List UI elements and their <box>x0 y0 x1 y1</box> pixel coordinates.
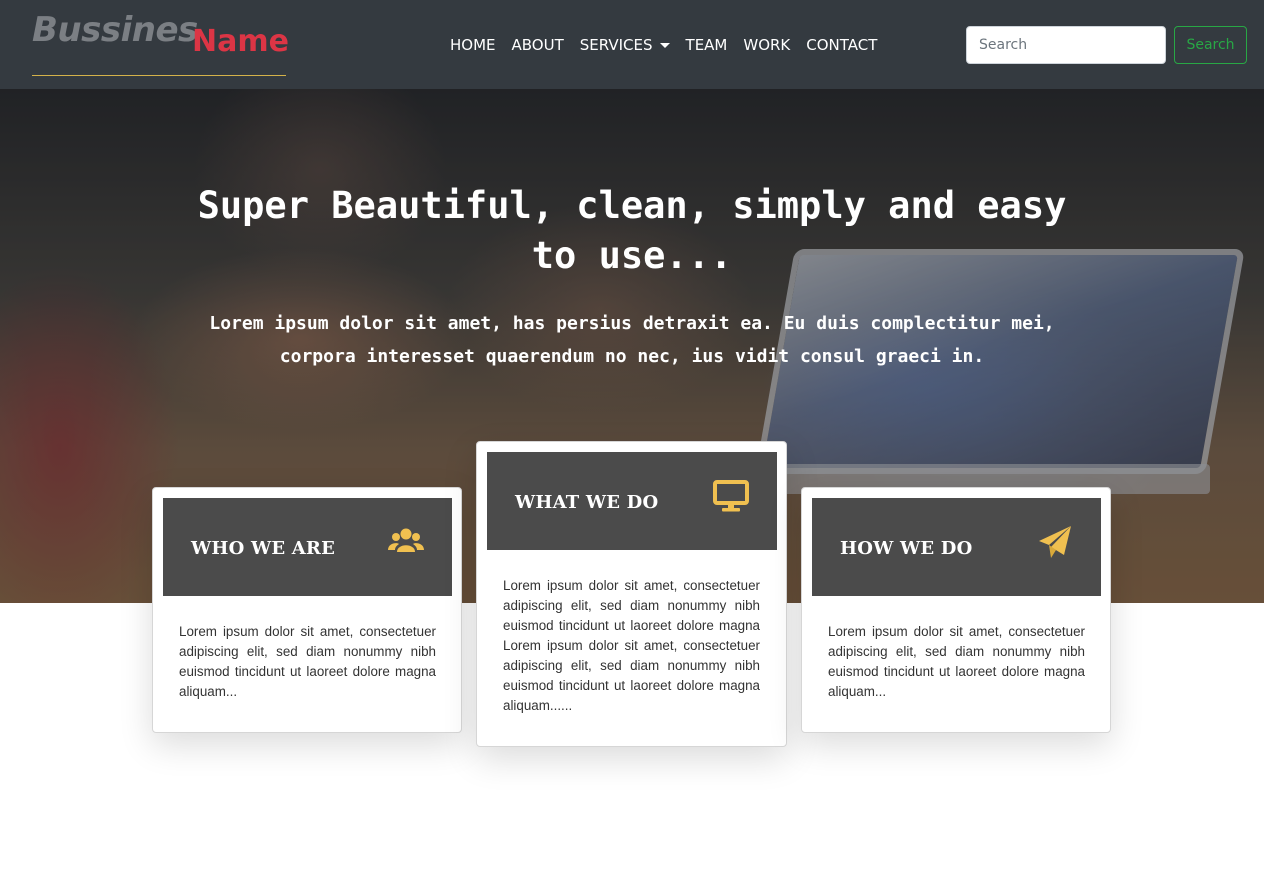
desktop-icon <box>713 480 749 512</box>
chevron-down-icon <box>659 42 670 48</box>
nav-item-home[interactable]: HOME <box>442 36 504 54</box>
search-input[interactable] <box>966 26 1166 64</box>
users-icon <box>388 528 424 552</box>
card-header: HOW WE DO <box>812 498 1101 596</box>
brand-logo[interactable]: Bussines Name <box>32 10 289 76</box>
navbar: Bussines Name HOME ABOUT SERVICES TEAM W… <box>0 0 1264 89</box>
card-header: WHO WE ARE <box>163 498 452 596</box>
card-who-we-are: WHO WE ARE Lorem ipsum dolor sit amet, c… <box>152 487 462 733</box>
hero-title: Super Beautiful, clean, simply and easy … <box>197 184 1067 277</box>
nav-item-contact[interactable]: CONTACT <box>798 36 885 54</box>
card-title: WHAT WE DO <box>515 492 659 513</box>
card-header: WHAT WE DO <box>487 452 777 550</box>
card-title: HOW WE DO <box>840 538 973 559</box>
card-what-we-do: WHAT WE DO Lorem ipsum dolor sit amet, c… <box>476 441 787 747</box>
nav-item-services[interactable]: SERVICES <box>572 36 678 54</box>
search-button[interactable]: Search <box>1174 26 1247 64</box>
nav-item-work[interactable]: WORK <box>735 36 798 54</box>
paper-plane-icon <box>1039 526 1071 558</box>
card-text: Lorem ipsum dolor sit amet, consectetuer… <box>828 624 1085 699</box>
hero-subtitle: Lorem ipsum dolor sit amet, has persius … <box>209 313 1055 367</box>
nav-item-about[interactable]: ABOUT <box>504 36 572 54</box>
nav-item-team[interactable]: TEAM <box>678 36 736 54</box>
card-text: Lorem ipsum dolor sit amet, consectetuer… <box>503 578 760 713</box>
card-how-we-do: HOW WE DO Lorem ipsum dolor sit amet, co… <box>801 487 1111 733</box>
brand-second-word: Name <box>192 24 289 59</box>
card-title: WHO WE ARE <box>191 538 336 559</box>
card-text: Lorem ipsum dolor sit amet, consectetuer… <box>179 624 436 699</box>
nav-item-services-label: SERVICES <box>579 36 653 54</box>
brand-first-word: Bussines <box>32 10 198 50</box>
nav-links: HOME ABOUT SERVICES TEAM WORK CONTACT <box>442 36 885 54</box>
